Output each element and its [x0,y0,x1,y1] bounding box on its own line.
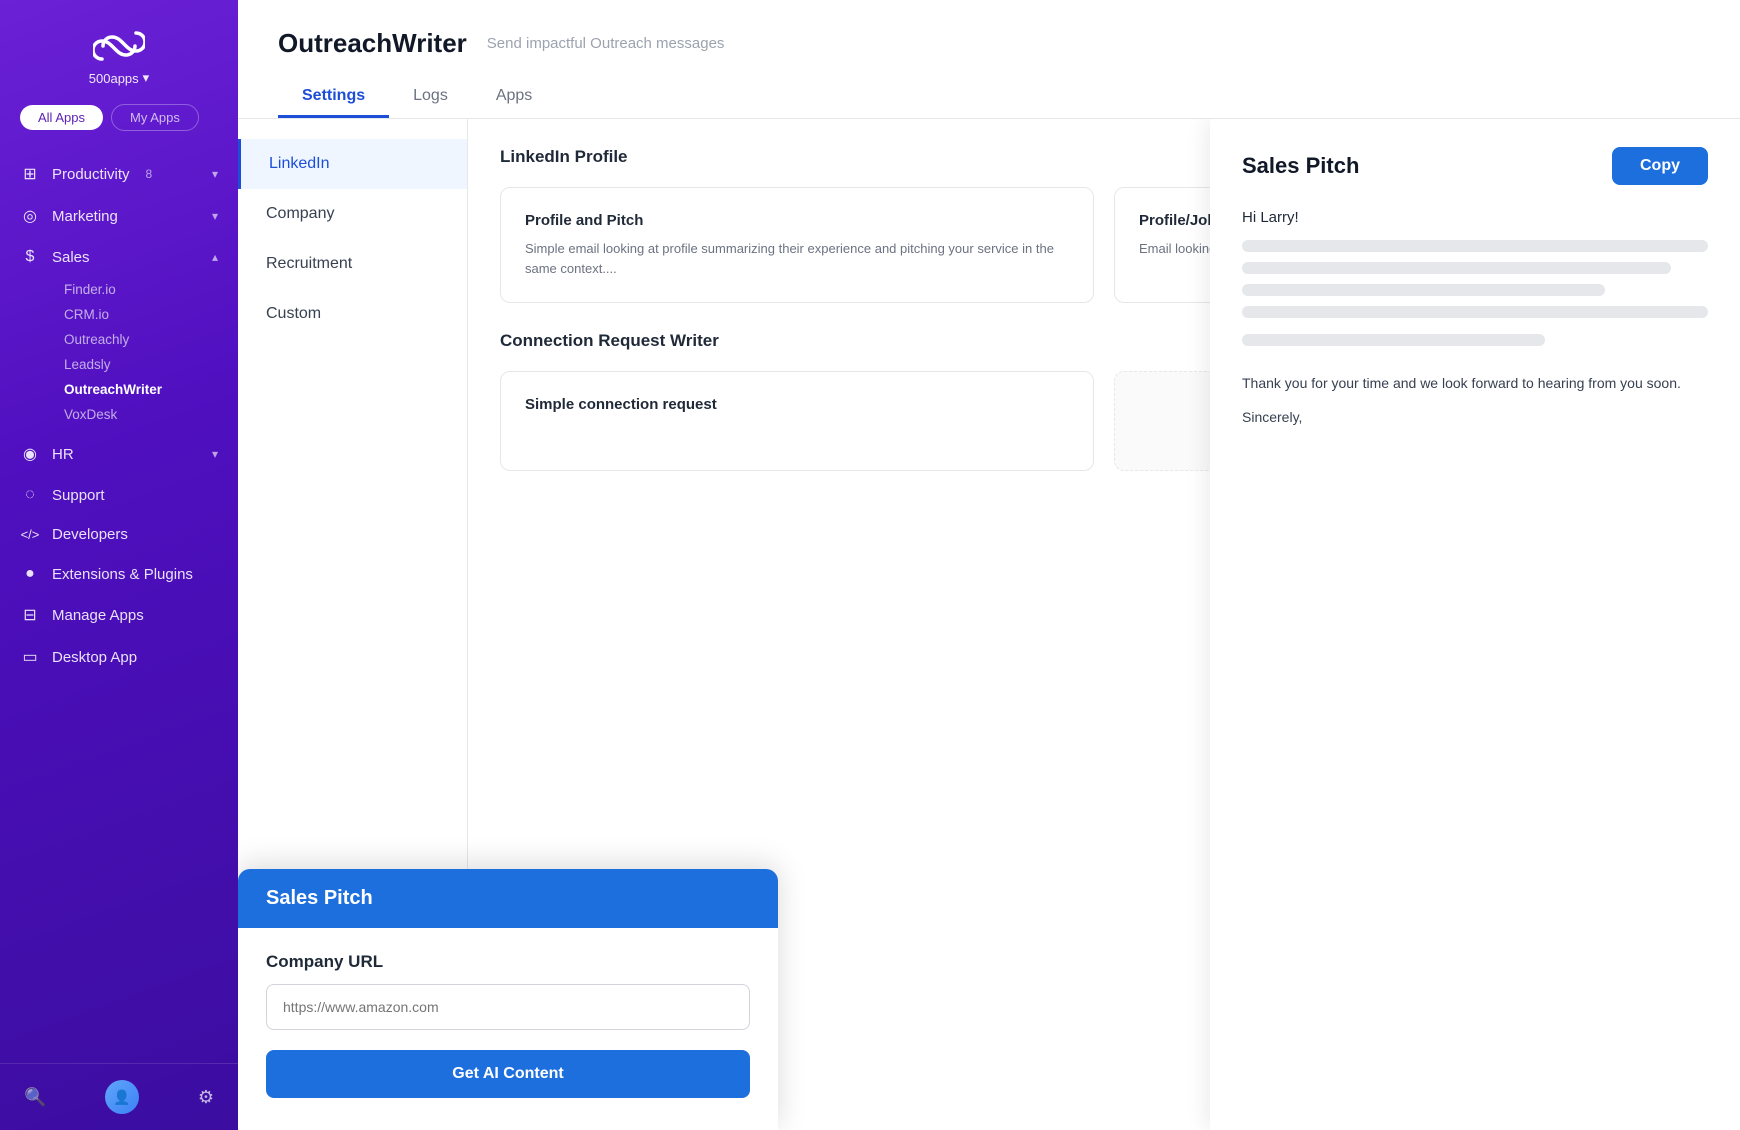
sidebar-item-outreachly[interactable]: Outreachly [52,327,238,352]
app-title: OutreachWriter [278,28,467,59]
sidebar-item-leadsly[interactable]: Leadsly [52,352,238,377]
sidebar-item-finder[interactable]: Finder.io [52,277,238,302]
skeleton-line-2 [1242,262,1671,274]
tab-apps[interactable]: Apps [472,77,556,118]
result-title: Sales Pitch [1242,153,1359,179]
developers-icon: </> [20,527,40,542]
desktop-app-label: Desktop App [52,649,137,666]
chevron-down-icon: ▾ [212,447,218,461]
manage-apps-label: Manage Apps [52,607,144,624]
manage-apps-icon: ⊟ [20,605,40,625]
desktop-app-icon: ▭ [20,647,40,667]
settings-item-recruitment[interactable]: Recruitment [238,239,467,289]
get-ai-content-button[interactable]: Get AI Content [266,1050,750,1098]
developers-label: Developers [52,526,128,543]
brand-label[interactable]: 500apps ▾ [89,70,149,86]
title-row: OutreachWriter Send impactful Outreach m… [278,28,1700,59]
avatar[interactable]: 👤 [105,1080,139,1114]
sidebar-item-sales[interactable]: $ Sales ▴ [0,237,238,277]
sidebar-item-extensions[interactable]: ● Extensions & Plugins [0,554,238,594]
tab-logs[interactable]: Logs [389,77,472,118]
skeleton-line-3 [1242,284,1605,296]
chevron-down-icon: ▾ [212,209,218,223]
simple-connection-card[interactable]: Simple connection request [500,371,1094,471]
productivity-badge: 8 [146,167,153,181]
sidebar-item-desktop-app[interactable]: ▭ Desktop App [0,636,238,678]
result-footer: Thank you for your time and we look forw… [1242,372,1708,430]
chevron-up-icon: ▴ [212,250,218,264]
sidebar-bottom: 🔍 👤 ⚙ [0,1063,238,1130]
overlay-title: Sales Pitch [266,887,373,909]
marketing-icon: ◎ [20,206,40,226]
skeleton-line-5 [1242,334,1545,346]
company-url-input[interactable] [266,984,750,1030]
simple-connection-title: Simple connection request [525,396,1069,413]
hr-label: HR [52,446,74,463]
sales-label: Sales [52,249,90,266]
tab-settings[interactable]: Settings [278,77,389,118]
sidebar-item-marketing[interactable]: ◎ Marketing ▾ [0,195,238,237]
sidebar-item-support[interactable]: ◌ Support [0,475,238,515]
result-panel: Sales Pitch Copy Hi Larry! Thank you for… [1210,119,1740,1130]
sidebar-item-hr[interactable]: ◉ HR ▾ [0,433,238,475]
skeleton-line-4 [1242,306,1708,318]
support-label: Support [52,487,105,504]
settings-item-custom[interactable]: Custom [238,289,467,339]
content-area: LinkedIn Company Recruitment Custom Link… [238,119,1740,1130]
profile-pitch-card[interactable]: Profile and Pitch Simple email looking a… [500,187,1094,303]
sales-icon: $ [20,248,40,266]
hr-icon: ◉ [20,444,40,464]
settings-item-linkedin[interactable]: LinkedIn [238,139,467,189]
sidebar-item-productivity[interactable]: ⊞ Productivity 8 ▾ [0,153,238,195]
my-apps-tab[interactable]: My Apps [111,104,199,131]
sidebar-item-developers[interactable]: </> Developers [0,515,238,554]
sidebar-tabs: All Apps My Apps [0,104,238,149]
company-url-label: Company URL [266,952,750,972]
sidebar-item-voxdesk[interactable]: VoxDesk [52,402,238,427]
extensions-label: Extensions & Plugins [52,566,193,583]
marketing-label: Marketing [52,208,118,225]
overlay-body: Company URL Get AI Content [238,928,778,1130]
sidebar-item-manage-apps[interactable]: ⊟ Manage Apps [0,594,238,636]
logo-icon [93,28,145,64]
copy-button[interactable]: Copy [1612,147,1708,185]
chevron-down-icon: ▾ [212,167,218,181]
main-content: OutreachWriter Send impactful Outreach m… [238,0,1740,1130]
skeleton-line-1 [1242,240,1708,252]
result-footer-text: Thank you for your time and we look forw… [1242,372,1708,396]
support-icon: ◌ [20,486,40,504]
sales-sub-nav: Finder.io CRM.io Outreachly Leadsly Outr… [0,277,238,433]
settings-icon[interactable]: ⚙ [198,1087,214,1108]
sidebar-logo: 500apps ▾ [0,0,238,104]
sidebar: 500apps ▾ All Apps My Apps ⊞ Productivit… [0,0,238,1130]
productivity-label: Productivity [52,166,130,183]
sales-pitch-overlay: Sales Pitch Company URL Get AI Content [238,869,778,1130]
main-tabs: Settings Logs Apps [278,77,1700,118]
explore-icon[interactable]: 🔍 [24,1087,46,1108]
productivity-icon: ⊞ [20,164,40,184]
sidebar-item-crm[interactable]: CRM.io [52,302,238,327]
overlay-header: Sales Pitch [238,869,778,928]
result-sign-off: Sincerely, [1242,406,1708,430]
sidebar-item-outreachwriter[interactable]: OutreachWriter [52,377,238,402]
main-header: OutreachWriter Send impactful Outreach m… [238,0,1740,119]
app-subtitle: Send impactful Outreach messages [487,35,725,52]
profile-pitch-title: Profile and Pitch [525,212,1069,229]
settings-item-company[interactable]: Company [238,189,467,239]
email-greeting: Hi Larry! [1242,209,1708,226]
all-apps-tab[interactable]: All Apps [20,105,103,130]
result-header: Sales Pitch Copy [1242,147,1708,185]
chevron-down-icon: ▾ [143,70,150,86]
sidebar-nav: ⊞ Productivity 8 ▾ ◎ Marketing ▾ $ Sales… [0,149,238,1063]
brand-text: 500apps [89,71,139,86]
profile-pitch-desc: Simple email looking at profile summariz… [525,239,1069,278]
extensions-icon: ● [20,565,40,583]
